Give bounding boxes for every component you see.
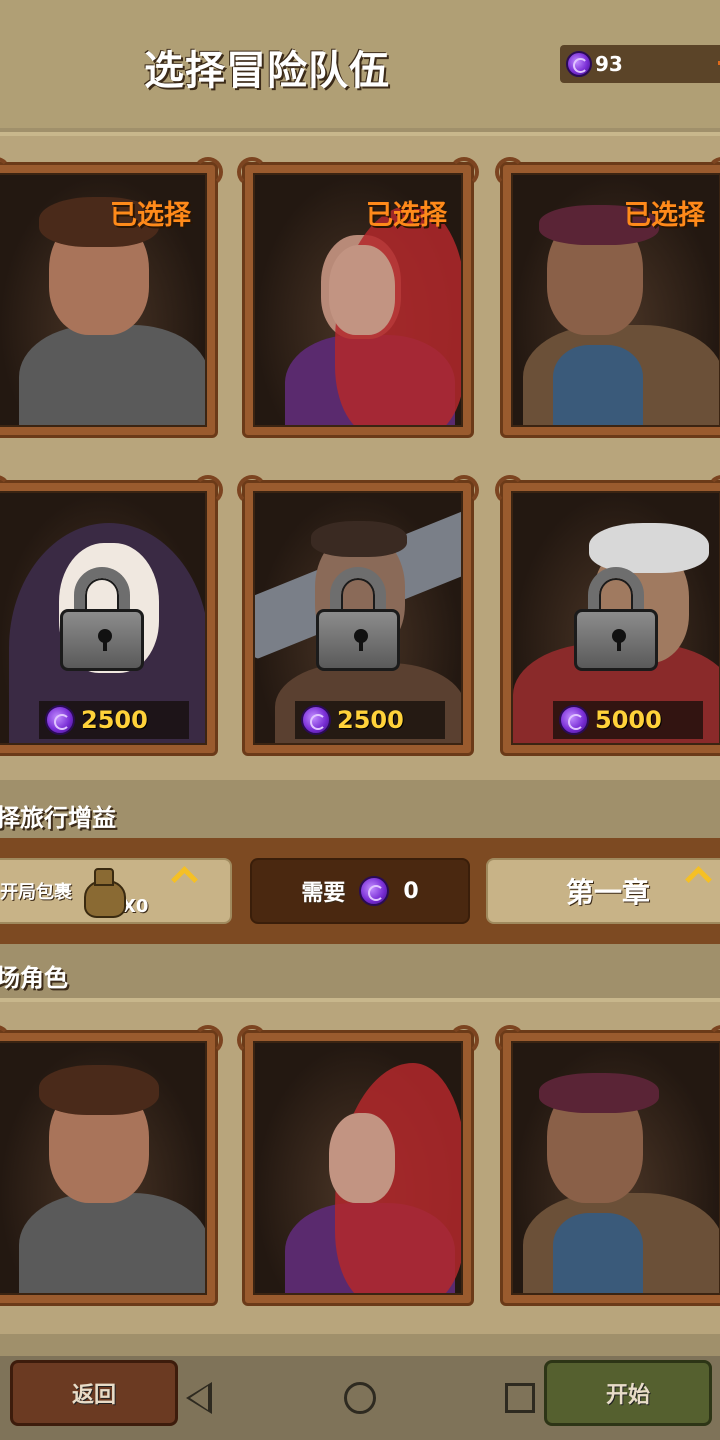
hero-portrait [0,1041,207,1295]
header-bar: 选择冒险队伍 93 [0,0,720,128]
hero-figure [19,1193,205,1293]
chevron-up-icon[interactable] [172,866,196,882]
starting-pack-selector[interactable]: 开局包裹 X0 [0,858,232,924]
hero-portrait: 已选择 [511,173,720,427]
nav-home-icon[interactable] [344,1382,376,1414]
price-value: 5000 [595,706,662,734]
unlock-price: 2500 [39,701,189,739]
nav-back-icon[interactable] [186,1382,212,1414]
lineup-card-shaman[interactable] [495,1025,720,1306]
cost-label: 需要 [301,881,346,906]
hero-portrait: 2500 [253,491,463,745]
selected-label: 已选择 [624,200,705,231]
team-selection-panel: 已选择 已选择 已选择 2500 2500 5000 [0,132,720,780]
start-button[interactable]: 开始 [544,1360,712,1426]
purple-gem-icon [566,51,592,77]
hero-portrait: 5000 [511,491,720,745]
chapter-selector[interactable]: 第一章 [486,858,720,924]
lock-icon [316,567,400,671]
lineup-card-rogue[interactable] [237,1025,479,1306]
lock-icon [574,567,658,671]
purple-gem-icon [559,705,589,735]
hero-portrait: 已选择 [253,173,463,427]
hero-card-warrior[interactable]: 已选择 [0,157,223,438]
buff-section-label: 择旅行增益 [0,804,116,832]
page-title: 选择冒险队伍 [144,48,390,94]
purple-gem-icon [359,876,390,906]
lineup-card-warrior[interactable] [0,1025,223,1306]
hero-figure [19,325,205,425]
price-value: 2500 [337,706,404,734]
hero-portrait [511,1041,720,1295]
chevron-up-icon[interactable] [686,866,710,882]
hero-portrait [253,1041,463,1295]
gem-counter: 93 [560,45,720,83]
cost-value: 0 [403,878,419,904]
starting-pack-label: 开局包裹 [0,882,72,903]
hero-card-mage-locked[interactable]: 5000 [495,475,720,756]
hero-portrait: 2500 [0,491,207,745]
back-button[interactable]: 返回 [10,1360,178,1426]
chapter-label: 第一章 [566,876,651,909]
hero-card-nun-locked[interactable]: 2500 [0,475,223,756]
hero-card-brute-locked[interactable]: 2500 [237,475,479,756]
unlock-price: 5000 [553,701,703,739]
buff-bar: 开局包裹 X0 需要 0 第一章 [0,838,720,944]
selected-label: 已选择 [366,200,447,231]
purple-gem-icon [301,705,331,735]
hero-card-shaman[interactable]: 已选择 [495,157,720,438]
hero-card-rogue[interactable]: 已选择 [237,157,479,438]
unlock-price: 2500 [295,701,445,739]
bottom-bar: 返回 开始 [0,1356,720,1440]
nav-recents-icon[interactable] [505,1383,535,1413]
lineup-section-label: 场角色 [0,964,68,992]
lineup-panel [0,998,720,1334]
cost-display: 需要 0 [250,858,470,924]
price-value: 2500 [81,706,148,734]
selected-label: 已选择 [110,200,191,231]
purple-gem-icon [45,705,75,735]
sack-icon [82,868,126,918]
lock-icon [60,567,144,671]
gem-count: 93 [595,52,623,76]
hero-portrait: 已选择 [0,173,207,427]
